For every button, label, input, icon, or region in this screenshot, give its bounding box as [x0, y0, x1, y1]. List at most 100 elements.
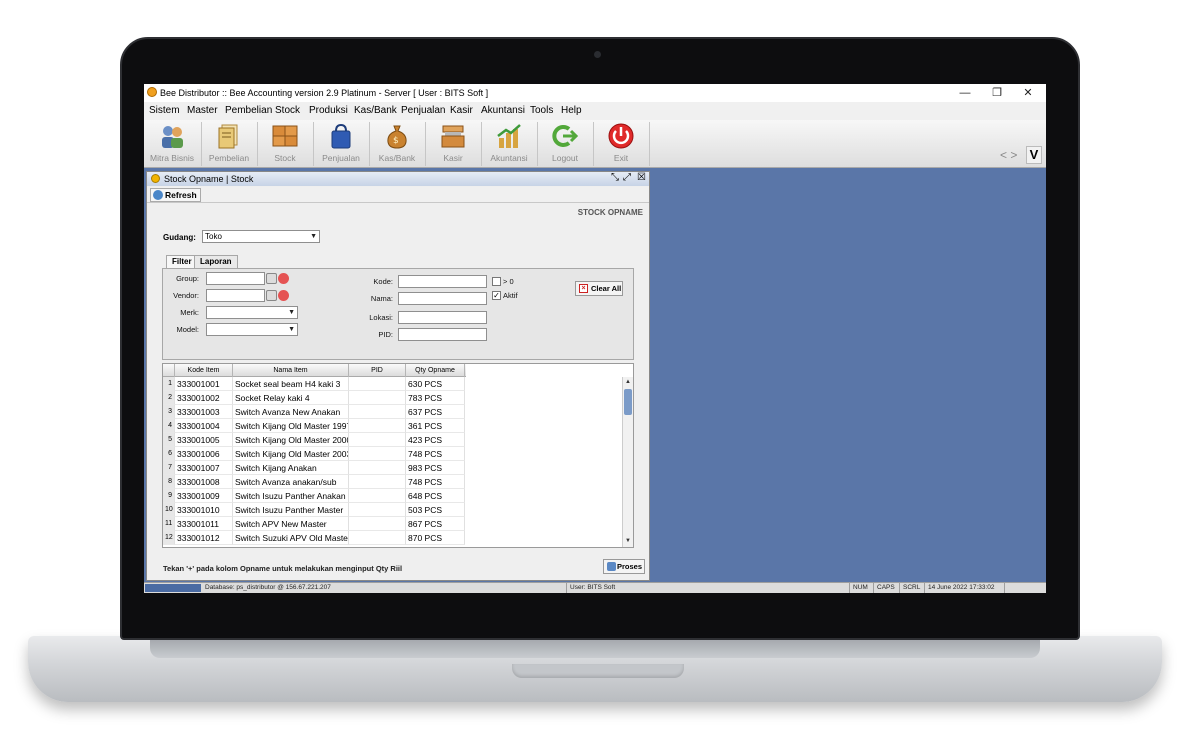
cell-qty-opname[interactable]: 870 PCS [406, 531, 465, 545]
scroll-up-icon[interactable]: ▲ [624, 378, 632, 386]
kode-field[interactable] [398, 275, 487, 288]
row-number: 12 [163, 531, 175, 545]
cell-qty-opname[interactable]: 361 PCS [406, 419, 465, 433]
toolbar-label: Akuntansi [490, 153, 528, 163]
table-row[interactable]: 7 333001007 Switch Kijang Anakan 983 PCS [163, 461, 466, 475]
cell-qty-opname[interactable]: 637 PCS [406, 405, 465, 419]
cell-kode-item: 333001001 [175, 377, 233, 391]
lokasi-field[interactable] [398, 311, 487, 324]
table-row[interactable]: 8 333001008 Switch Avanza anakan/sub 748 PC… [163, 475, 466, 489]
clear-all-label: Clear All [591, 284, 622, 293]
hint-text: Tekan '+' pada kolom Opname untuk melaku… [163, 564, 403, 573]
toolbar-akuntansi[interactable]: Akuntansi [482, 122, 536, 166]
gt-zero-label: > 0 [503, 277, 514, 286]
table-scrollbar[interactable]: ▲ ▼ [622, 377, 633, 547]
bee-app-icon [147, 87, 157, 97]
window-titlebar: Bee Distributor :: Bee Accounting versio… [144, 84, 1046, 102]
vendor-field[interactable] [206, 289, 265, 302]
menu-help[interactable]: Help [561, 105, 582, 116]
maximize-button[interactable]: ❐ [982, 85, 1012, 101]
cell-kode-item: 333001006 [175, 447, 233, 461]
clear-icon[interactable] [278, 290, 289, 301]
cell-qty-opname[interactable]: 783 PCS [406, 391, 465, 405]
col-qty-opname[interactable]: Qty Opname [406, 364, 465, 377]
col-kode-item[interactable]: Kode Item [175, 364, 233, 377]
menu-penjualan[interactable]: Penjualan [401, 105, 445, 116]
col-pid[interactable]: PID [349, 364, 406, 377]
tab-filter[interactable]: Filter [166, 255, 198, 269]
row-number: 9 [163, 489, 175, 503]
menu-tools[interactable]: Tools [530, 105, 553, 116]
model-label: Model: [176, 325, 199, 334]
toolbar-penjualan[interactable]: Penjualan [314, 122, 368, 166]
table-row[interactable]: 6 333001006 Switch Kijang Old Master 2003 7… [163, 447, 466, 461]
group-field[interactable] [206, 272, 265, 285]
frame-close-button[interactable]: ☒ [637, 172, 646, 183]
toolbar-nav-arrows[interactable]: < > [1000, 148, 1017, 162]
proses-button[interactable]: Proses [603, 559, 645, 574]
cell-qty-opname[interactable]: 630 PCS [406, 377, 465, 391]
cell-qty-opname[interactable]: 748 PCS [406, 475, 465, 489]
pid-field[interactable] [398, 328, 487, 341]
menu-master[interactable]: Master [187, 105, 218, 116]
gt-zero-checkbox[interactable] [492, 277, 501, 286]
table-row[interactable]: 5 333001005 Switch Kijang Old Master 2000 4… [163, 433, 466, 447]
clear-icon[interactable] [278, 273, 289, 284]
refresh-button[interactable]: Refresh [150, 188, 201, 202]
cell-qty-opname[interactable]: 983 PCS [406, 461, 465, 475]
row-number: 7 [163, 461, 175, 475]
frame-restore-button[interactable]: ⤡ [611, 172, 619, 183]
menu-akuntansi[interactable]: Akuntansi [481, 105, 525, 116]
minimize-button[interactable]: — [950, 85, 980, 101]
table-row[interactable]: 1 333001001 Socket seal beam H4 kaki 3 630 … [163, 377, 466, 391]
cell-qty-opname[interactable]: 748 PCS [406, 447, 465, 461]
menu-sistem[interactable]: Sistem [149, 105, 180, 116]
menu-kasir[interactable]: Kasir [450, 105, 473, 116]
cell-pid [349, 503, 406, 517]
menu-kas-bank[interactable]: Kas/Bank [354, 105, 397, 116]
toolbar-v-button[interactable]: V [1026, 146, 1042, 164]
row-number: 5 [163, 433, 175, 447]
toolbar-stock[interactable]: Stock [258, 122, 312, 166]
scroll-down-icon[interactable]: ▼ [624, 537, 632, 545]
tab-laporan[interactable]: Laporan [194, 255, 238, 268]
gudang-select[interactable]: Toko ▼ [202, 230, 320, 243]
toolbar-mitra-bisnis[interactable]: Mitra Bisnis [145, 122, 199, 166]
purchase-icon [218, 124, 238, 149]
table-row[interactable]: 3 333001003 Switch Avanza New Anakan 637 PC… [163, 405, 466, 419]
cell-qty-opname[interactable]: 867 PCS [406, 517, 465, 531]
merk-select[interactable]: ▼ [206, 306, 298, 319]
search-icon[interactable] [266, 290, 277, 301]
clear-all-button[interactable]: × Clear All [575, 281, 623, 296]
menu-pembelian[interactable]: Pembelian [225, 105, 272, 116]
frame-maximize-button[interactable]: ⤢ [623, 172, 631, 183]
toolbar-logout[interactable]: Logout [538, 122, 592, 166]
nama-field[interactable] [398, 292, 487, 305]
cell-nama-item: Switch Isuzu Panther Master [233, 503, 349, 517]
table-row[interactable]: 10 333001010 Switch Isuzu Panther Master 50… [163, 503, 466, 517]
menu-produksi[interactable]: Produksi [309, 105, 348, 116]
menu-stock[interactable]: Stock [275, 105, 300, 116]
table-row[interactable]: 11 333001011 Switch APV New Master 867 PCS [163, 517, 466, 531]
cell-qty-opname[interactable]: 503 PCS [406, 503, 465, 517]
cell-nama-item: Switch Kijang Old Master 1997 [233, 419, 349, 433]
status-scrl: SCRL [900, 583, 925, 593]
table-row[interactable]: 9 333001009 Switch Isuzu Panther Anakan 648… [163, 489, 466, 503]
close-button[interactable]: ✕ [1013, 85, 1043, 101]
cell-qty-opname[interactable]: 423 PCS [406, 433, 465, 447]
scroll-thumb[interactable] [624, 389, 632, 415]
search-icon[interactable] [266, 273, 277, 284]
table-row[interactable]: 12 333001012 Switch Suzuki APV Old Master 8… [163, 531, 466, 545]
toolbar-kas-bank[interactable]: $ Kas/Bank [370, 122, 424, 166]
aktif-checkbox[interactable]: ✓ [492, 291, 501, 300]
cell-qty-opname[interactable]: 648 PCS [406, 489, 465, 503]
table-row[interactable]: 2 333001002 Socket Relay kaki 4 783 PCS [163, 391, 466, 405]
toolbar-kasir[interactable]: Kasir [426, 122, 480, 166]
toolbar-exit[interactable]: Exit [594, 122, 648, 166]
refresh-icon [153, 190, 163, 200]
toolbar-pembelian[interactable]: Pembelian [202, 122, 256, 166]
col-nama-item[interactable]: Nama Item [233, 364, 349, 377]
model-select[interactable]: ▼ [206, 323, 298, 336]
stock-opname-titlebar: Stock Opname | Stock ⤡ ⤢ ☒ [147, 172, 649, 186]
table-row[interactable]: 4 333001004 Switch Kijang Old Master 1997 3… [163, 419, 466, 433]
